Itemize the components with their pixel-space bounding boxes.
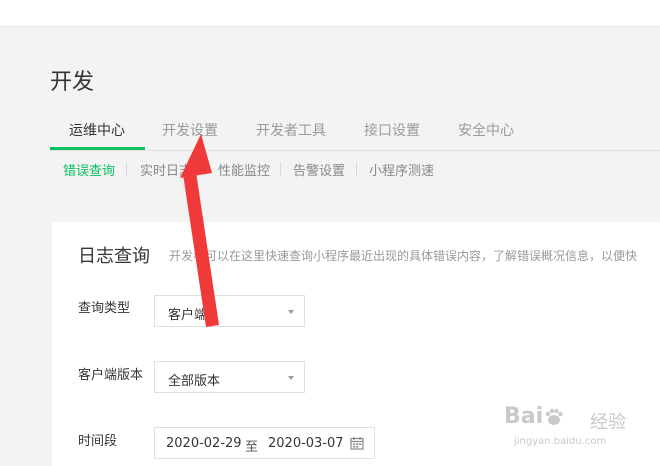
watermark-url: jingyan.baidu.com [514, 436, 607, 447]
subnav-divider [126, 162, 127, 176]
calendar-icon[interactable] [350, 436, 364, 450]
subtab-realtime-log[interactable]: 实时日志 [140, 160, 192, 179]
client-version-value: 全部版本 [168, 374, 221, 389]
tab-security-center[interactable]: 安全中心 [458, 120, 514, 140]
subtab-error-query[interactable]: 错误查询 [63, 160, 115, 179]
query-type-select[interactable]: 客户端 [154, 295, 305, 327]
baidu-watermark: Bai 经验 jingyan.baidu.com [504, 404, 654, 460]
tab-developer-tools[interactable]: 开发者工具 [256, 120, 326, 140]
query-type-value: 客户端 [168, 308, 208, 323]
start-date[interactable]: 2020-02-29 [166, 436, 242, 451]
subtab-speed-test[interactable]: 小程序测速 [369, 160, 434, 179]
page-title: 开发 [50, 70, 95, 95]
date-range-separator: 至 [245, 440, 259, 455]
time-range-label: 时间段 [78, 434, 118, 449]
query-type-label: 查询类型 [78, 301, 131, 316]
baidu-brand-suffix: 经验 [590, 412, 626, 433]
subnav-divider [356, 162, 357, 176]
chevron-down-icon [288, 376, 294, 380]
chevron-down-icon [288, 310, 294, 314]
subtab-alert-settings[interactable]: 告警设置 [293, 160, 345, 179]
client-version-select[interactable]: 全部版本 [154, 361, 305, 393]
end-date[interactable]: 2020-03-07 [268, 436, 344, 451]
baidu-brand-text: Bai [504, 404, 544, 429]
client-version-label: 客户端版本 [78, 368, 144, 383]
active-tab-indicator [50, 147, 145, 150]
subnav-divider [204, 162, 205, 176]
paw-icon [545, 408, 563, 425]
log-query-description: 开发者可以在这里快速查询小程序最近出现的具体错误内容，了解错误概况信息，以便快 [169, 249, 638, 263]
tab-dev-settings[interactable]: 开发设置 [162, 120, 218, 140]
subtab-performance[interactable]: 性能监控 [218, 160, 270, 179]
subnav-divider [280, 162, 281, 176]
tab-ops-center[interactable]: 运维中心 [69, 120, 125, 140]
top-bar [0, 0, 660, 27]
baidu-logo: Bai [504, 404, 565, 429]
tab-api-settings[interactable]: 接口设置 [364, 120, 420, 140]
date-range-picker[interactable]: 2020-02-29 至 2020-03-07 [154, 427, 375, 459]
log-query-title: 日志查询 [78, 246, 150, 267]
main-tabs: 运维中心 开发设置 开发者工具 接口设置 安全中心 [50, 114, 660, 151]
